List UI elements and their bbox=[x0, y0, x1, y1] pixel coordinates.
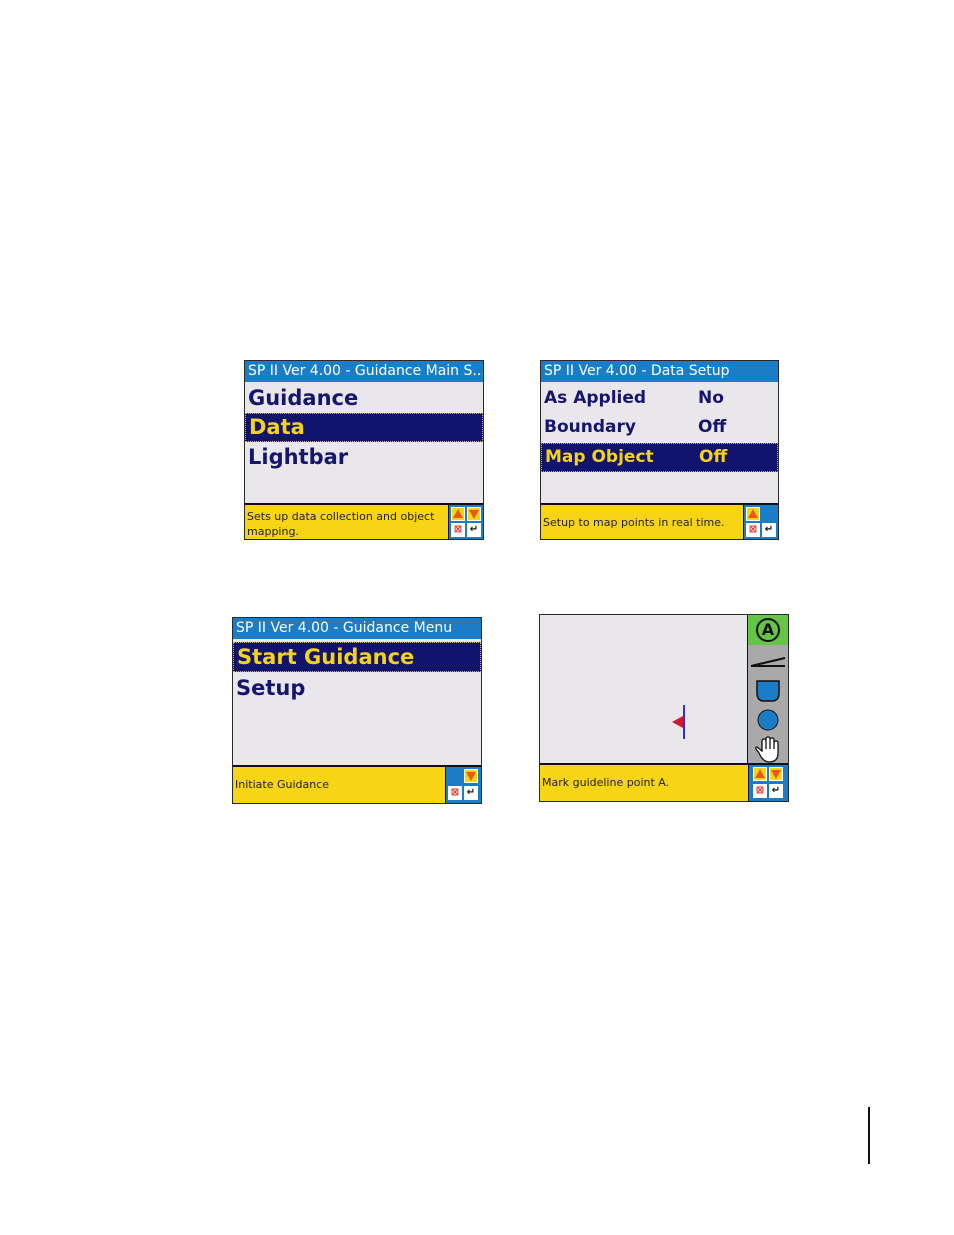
row-boundary[interactable]: Boundary Off bbox=[541, 413, 778, 442]
arrow-down-icon[interactable] bbox=[769, 767, 783, 781]
row-value: Off bbox=[699, 447, 728, 467]
nav-buttons: ⊠ ↵ bbox=[445, 765, 481, 803]
nav-buttons: ⊠ ↵ bbox=[743, 503, 778, 539]
window-title: SP II Ver 4.00 - Data Setup bbox=[541, 361, 778, 382]
vehicle-position-icon bbox=[672, 705, 685, 739]
status-text: Initiate Guidance bbox=[233, 765, 445, 803]
menu-item-guidance[interactable]: Guidance bbox=[245, 384, 483, 413]
arrow-up-icon[interactable] bbox=[451, 507, 465, 521]
row-as-applied[interactable]: As Applied No bbox=[541, 384, 778, 413]
menu-item-lightbar[interactable]: Lightbar bbox=[245, 443, 483, 472]
enter-icon[interactable]: ↵ bbox=[762, 523, 776, 537]
status-text: Sets up data collection and object mappi… bbox=[245, 503, 449, 539]
row-value: No bbox=[698, 388, 724, 408]
status-text: Setup to map points in real time. bbox=[541, 503, 744, 539]
guidance-menu-screen: SP II Ver 4.00 - Guidance Menu Start Gui… bbox=[232, 617, 482, 804]
row-label: Boundary bbox=[544, 417, 636, 437]
arrow-up-icon[interactable] bbox=[753, 767, 767, 781]
map-screen: A Mark guideline point A. ⊠ ↵ bbox=[539, 614, 789, 802]
enter-icon[interactable]: ↵ bbox=[769, 784, 783, 798]
row-label: Map Object bbox=[545, 447, 654, 467]
cancel-icon[interactable]: ⊠ bbox=[753, 784, 767, 798]
row-label: As Applied bbox=[544, 388, 647, 408]
map-view[interactable] bbox=[540, 615, 748, 765]
status-text: Mark guideline point A. bbox=[540, 763, 750, 801]
cancel-icon[interactable]: ⊠ bbox=[448, 786, 462, 800]
cancel-icon[interactable]: ⊠ bbox=[451, 523, 465, 537]
window-title: SP II Ver 4.00 - Guidance Main S... bbox=[245, 361, 483, 382]
enter-icon[interactable]: ↵ bbox=[464, 786, 478, 800]
menu-item-start-guidance[interactable]: Start Guidance bbox=[233, 642, 481, 672]
point-a-label: A bbox=[761, 620, 775, 639]
point-a-icon[interactable]: A bbox=[748, 615, 788, 645]
arrow-down-icon[interactable] bbox=[464, 769, 478, 783]
nav-buttons: ⊠ ↵ bbox=[748, 763, 788, 801]
menu-item-data[interactable]: Data bbox=[245, 413, 483, 442]
arrow-up-icon[interactable] bbox=[746, 507, 760, 521]
guidance-main-screen: SP II Ver 4.00 - Guidance Main S... Guid… bbox=[244, 360, 484, 540]
page-margin-rule bbox=[868, 1107, 870, 1164]
window-title: SP II Ver 4.00 - Guidance Menu bbox=[233, 618, 481, 639]
row-value: Off bbox=[698, 417, 727, 437]
data-setup-screen: SP II Ver 4.00 - Data Setup As Applied N… bbox=[540, 360, 779, 540]
arrow-down-icon[interactable] bbox=[467, 507, 481, 521]
enter-icon[interactable]: ↵ bbox=[467, 523, 481, 537]
boundary-icon[interactable] bbox=[748, 675, 788, 705]
tool-palette: A bbox=[747, 615, 788, 765]
circle-icon[interactable] bbox=[748, 705, 788, 735]
cancel-icon[interactable]: ⊠ bbox=[746, 523, 760, 537]
menu-item-setup[interactable]: Setup bbox=[233, 673, 481, 703]
nav-buttons: ⊠ ↵ bbox=[448, 503, 483, 539]
row-map-object[interactable]: Map Object Off bbox=[541, 443, 778, 472]
hand-icon[interactable] bbox=[748, 735, 788, 765]
line-icon[interactable] bbox=[748, 645, 788, 675]
